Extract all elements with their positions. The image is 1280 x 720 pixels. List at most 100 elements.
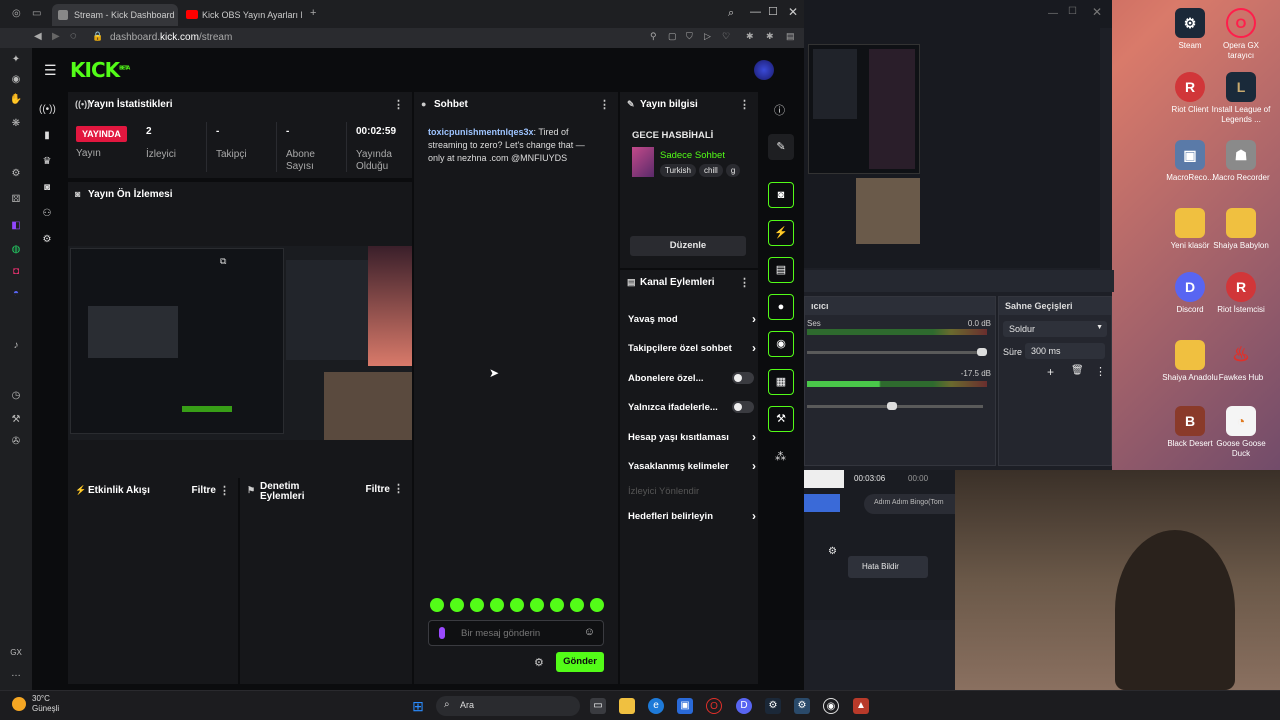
transition-select[interactable]: Soldur ▼ bbox=[1003, 321, 1107, 337]
maximize-icon[interactable]: ☐ bbox=[1068, 6, 1077, 17]
blue-button[interactable] bbox=[804, 494, 840, 512]
emote-icon[interactable] bbox=[430, 598, 444, 612]
duration-input[interactable]: 300 ms bbox=[1025, 343, 1105, 359]
app-icon[interactable]: ▲ bbox=[853, 698, 869, 714]
forward-icon[interactable]: ▶ bbox=[52, 31, 60, 42]
close-icon[interactable]: ✕ bbox=[1092, 5, 1102, 19]
set-goals-item[interactable]: Hedefleri belirleyin › bbox=[628, 509, 756, 523]
desktop-icon-macro-recorder[interactable]: ☗ Macro Recorder bbox=[1211, 140, 1271, 183]
task-view-icon[interactable]: ▭ bbox=[590, 698, 606, 714]
notes-quick-button[interactable]: ▤ bbox=[768, 257, 794, 283]
desktop-icon-goose-goose-duck[interactable]: ◔ Goose Goose Duck bbox=[1211, 406, 1271, 459]
hand-icon[interactable]: ✋ bbox=[8, 94, 24, 110]
more-options-icon[interactable]: ⋮ bbox=[219, 484, 230, 497]
report-bug-button[interactable]: Hata Bildir bbox=[848, 556, 928, 578]
opera-gx-icon[interactable]: O bbox=[706, 698, 722, 714]
stream-preview-video[interactable]: ⧉ bbox=[68, 246, 412, 440]
desktop-icon-shaiya-babylon[interactable]: Shaiya Babylon bbox=[1211, 208, 1271, 251]
settings-icon[interactable]: ⚙ bbox=[39, 234, 55, 250]
mic-icon[interactable] bbox=[439, 627, 445, 639]
weather-widget[interactable]: 30°C Güneşli bbox=[32, 694, 59, 714]
subscribers-only-item[interactable]: Abonelere özel... bbox=[628, 372, 754, 384]
sidebar-toggle-icon[interactable]: ▤ bbox=[786, 31, 795, 42]
activity-filter-button[interactable]: Filtre bbox=[192, 485, 216, 496]
edit-stream-quick-icon[interactable]: ✎ bbox=[768, 134, 794, 160]
emote-icon[interactable] bbox=[510, 598, 524, 612]
more-icon[interactable]: … bbox=[8, 668, 24, 684]
close-icon[interactable]: ✕ bbox=[788, 5, 798, 19]
settings-gear-icon[interactable]: ⚙ bbox=[8, 168, 24, 184]
taskbar-search[interactable]: ⌕ Ara bbox=[436, 696, 580, 716]
desktop-icon-riot-istemcisi[interactable]: R Riot İstemcisi bbox=[1211, 272, 1271, 315]
discord-icon[interactable]: ◓ bbox=[8, 288, 24, 304]
community-icon[interactable]: ⚇ bbox=[39, 208, 55, 224]
emote-icon[interactable] bbox=[490, 598, 504, 612]
emoji-icon[interactable]: ☺ bbox=[584, 626, 595, 638]
send-button[interactable]: Gönder bbox=[556, 652, 604, 672]
tag[interactable]: Turkish bbox=[660, 164, 696, 177]
more-options-icon[interactable]: ⋮ bbox=[599, 98, 610, 111]
pin-icon[interactable]: ⚲ bbox=[650, 31, 657, 42]
analytics-icon[interactable]: ▮ bbox=[39, 130, 55, 146]
extension-icon[interactable]: ✱ bbox=[746, 31, 754, 42]
emote-icon[interactable] bbox=[470, 598, 484, 612]
steam-icon[interactable]: ⚙ bbox=[765, 698, 781, 714]
download-icon[interactable]: ✇ bbox=[8, 436, 24, 452]
add-icon[interactable]: + bbox=[1047, 365, 1054, 379]
heart-icon[interactable]: ♡ bbox=[722, 31, 730, 42]
windows-start-icon[interactable]: ⊞ bbox=[410, 698, 426, 714]
broadcast-quick-button[interactable]: ◉ bbox=[768, 331, 794, 357]
more-options-icon[interactable]: ⋮ bbox=[739, 276, 750, 289]
wrench-quick-button[interactable]: ⚒ bbox=[768, 406, 794, 432]
settings-icon[interactable]: ⚙ bbox=[794, 698, 810, 714]
integrations-icon[interactable]: ⁂ bbox=[775, 450, 786, 463]
more-icon[interactable]: ⋮ bbox=[1095, 365, 1106, 378]
account-age-item[interactable]: Hesap yaşı kısıtlaması › bbox=[628, 430, 756, 444]
opera-menu-icon[interactable]: ◎ bbox=[12, 8, 21, 19]
user-avatar[interactable] bbox=[754, 60, 774, 80]
slow-mode-item[interactable]: Yavaş mod › bbox=[628, 312, 756, 326]
banned-words-item[interactable]: Yasaklanmış kelimeler › bbox=[628, 459, 756, 473]
obs-icon[interactable]: ◉ bbox=[823, 698, 839, 714]
maximize-icon[interactable]: ☐ bbox=[768, 5, 778, 18]
emotes-only-item[interactable]: Yalnızca ifadelerle... bbox=[628, 401, 754, 413]
more-options-icon[interactable]: ⋮ bbox=[393, 98, 404, 111]
search-icon[interactable]: ⌕ bbox=[728, 7, 734, 20]
url-field[interactable]: dashboard.kick.com/stream bbox=[110, 32, 232, 43]
emote-icon[interactable] bbox=[570, 598, 584, 612]
more-options-icon[interactable]: ⋮ bbox=[739, 98, 750, 111]
volume-slider-1[interactable] bbox=[807, 348, 987, 356]
trophy-icon[interactable]: ♛ bbox=[39, 156, 55, 172]
hamburger-menu-icon[interactable]: ☰ bbox=[44, 62, 57, 79]
store-icon[interactable]: ▣ bbox=[677, 698, 693, 714]
chat-username[interactable]: toxicpunishmentnlqes3x bbox=[428, 127, 534, 137]
emote-icon[interactable] bbox=[550, 598, 564, 612]
edge-icon[interactable]: e bbox=[648, 698, 664, 714]
back-icon[interactable]: ◀ bbox=[34, 31, 42, 42]
desktop-icon-league[interactable]: L Install League of Legends ... bbox=[1211, 72, 1271, 125]
tab-kick-obs[interactable]: Kick OBS Yayın Ayarları N bbox=[180, 4, 302, 26]
emote-icon[interactable] bbox=[590, 598, 604, 612]
minimize-icon[interactable]: — bbox=[1048, 8, 1058, 19]
new-tab-icon[interactable]: + bbox=[310, 7, 316, 19]
home-icon[interactable]: ✦ bbox=[8, 54, 24, 70]
extension-icon-2[interactable]: ✱ bbox=[766, 31, 774, 42]
camera-icon[interactable]: ◙ bbox=[39, 182, 55, 198]
emote-icon[interactable] bbox=[530, 598, 544, 612]
more-options-icon[interactable]: ⋮ bbox=[393, 484, 404, 495]
chat-input[interactable]: Bir mesaj gönderin ☺ bbox=[428, 620, 604, 646]
followers-only-item[interactable]: Takipçilere özel sohbet › bbox=[628, 341, 756, 355]
subscribers-only-toggle[interactable] bbox=[732, 372, 754, 384]
chat-quick-button[interactable]: ● bbox=[768, 294, 794, 320]
play-icon[interactable]: ▷ bbox=[704, 31, 711, 42]
broadcast-icon[interactable]: ((•)) bbox=[39, 104, 56, 120]
flower-icon[interactable]: ❋ bbox=[8, 118, 24, 134]
twitch-icon[interactable]: ◧ bbox=[8, 220, 24, 236]
edit-button[interactable]: Düzenle bbox=[630, 236, 746, 256]
clock-icon[interactable]: ◷ bbox=[8, 390, 24, 406]
moderation-filter-button[interactable]: Filtre bbox=[366, 485, 390, 495]
desktop-icon-opera-gx[interactable]: O Opera GX tarayıcı bbox=[1211, 8, 1271, 61]
lightning-quick-button[interactable]: ⚡ bbox=[768, 220, 794, 246]
instagram-icon[interactable]: ◘ bbox=[8, 266, 24, 282]
wrench-icon[interactable]: ⚒ bbox=[8, 414, 24, 430]
